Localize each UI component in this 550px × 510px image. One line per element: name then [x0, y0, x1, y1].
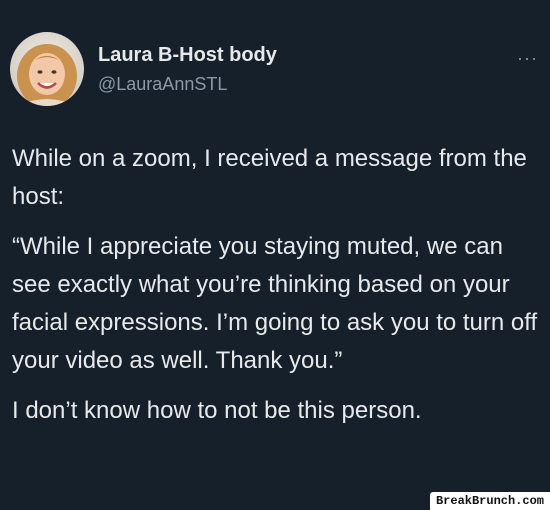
tweet-paragraph: I don’t know how to not be this person. — [12, 397, 422, 424]
more-options-icon[interactable]: ··· — [517, 48, 538, 69]
user-handle[interactable]: @LauraAnnSTL — [98, 74, 227, 95]
site-watermark: BreakBrunch.com — [429, 492, 550, 510]
avatar-image — [10, 32, 84, 106]
tweet-text: While on a zoom, I received a message fr… — [12, 140, 542, 442]
avatar[interactable] — [10, 32, 84, 106]
tweet-paragraph: “While I appreciate you staying muted, w… — [12, 233, 538, 374]
tweet-paragraph: While on a zoom, I received a message fr… — [12, 145, 527, 210]
display-name[interactable]: Laura B-Host body — [98, 44, 277, 67]
tweet-card: Laura B-Host body @LauraAnnSTL ··· While… — [0, 0, 550, 510]
